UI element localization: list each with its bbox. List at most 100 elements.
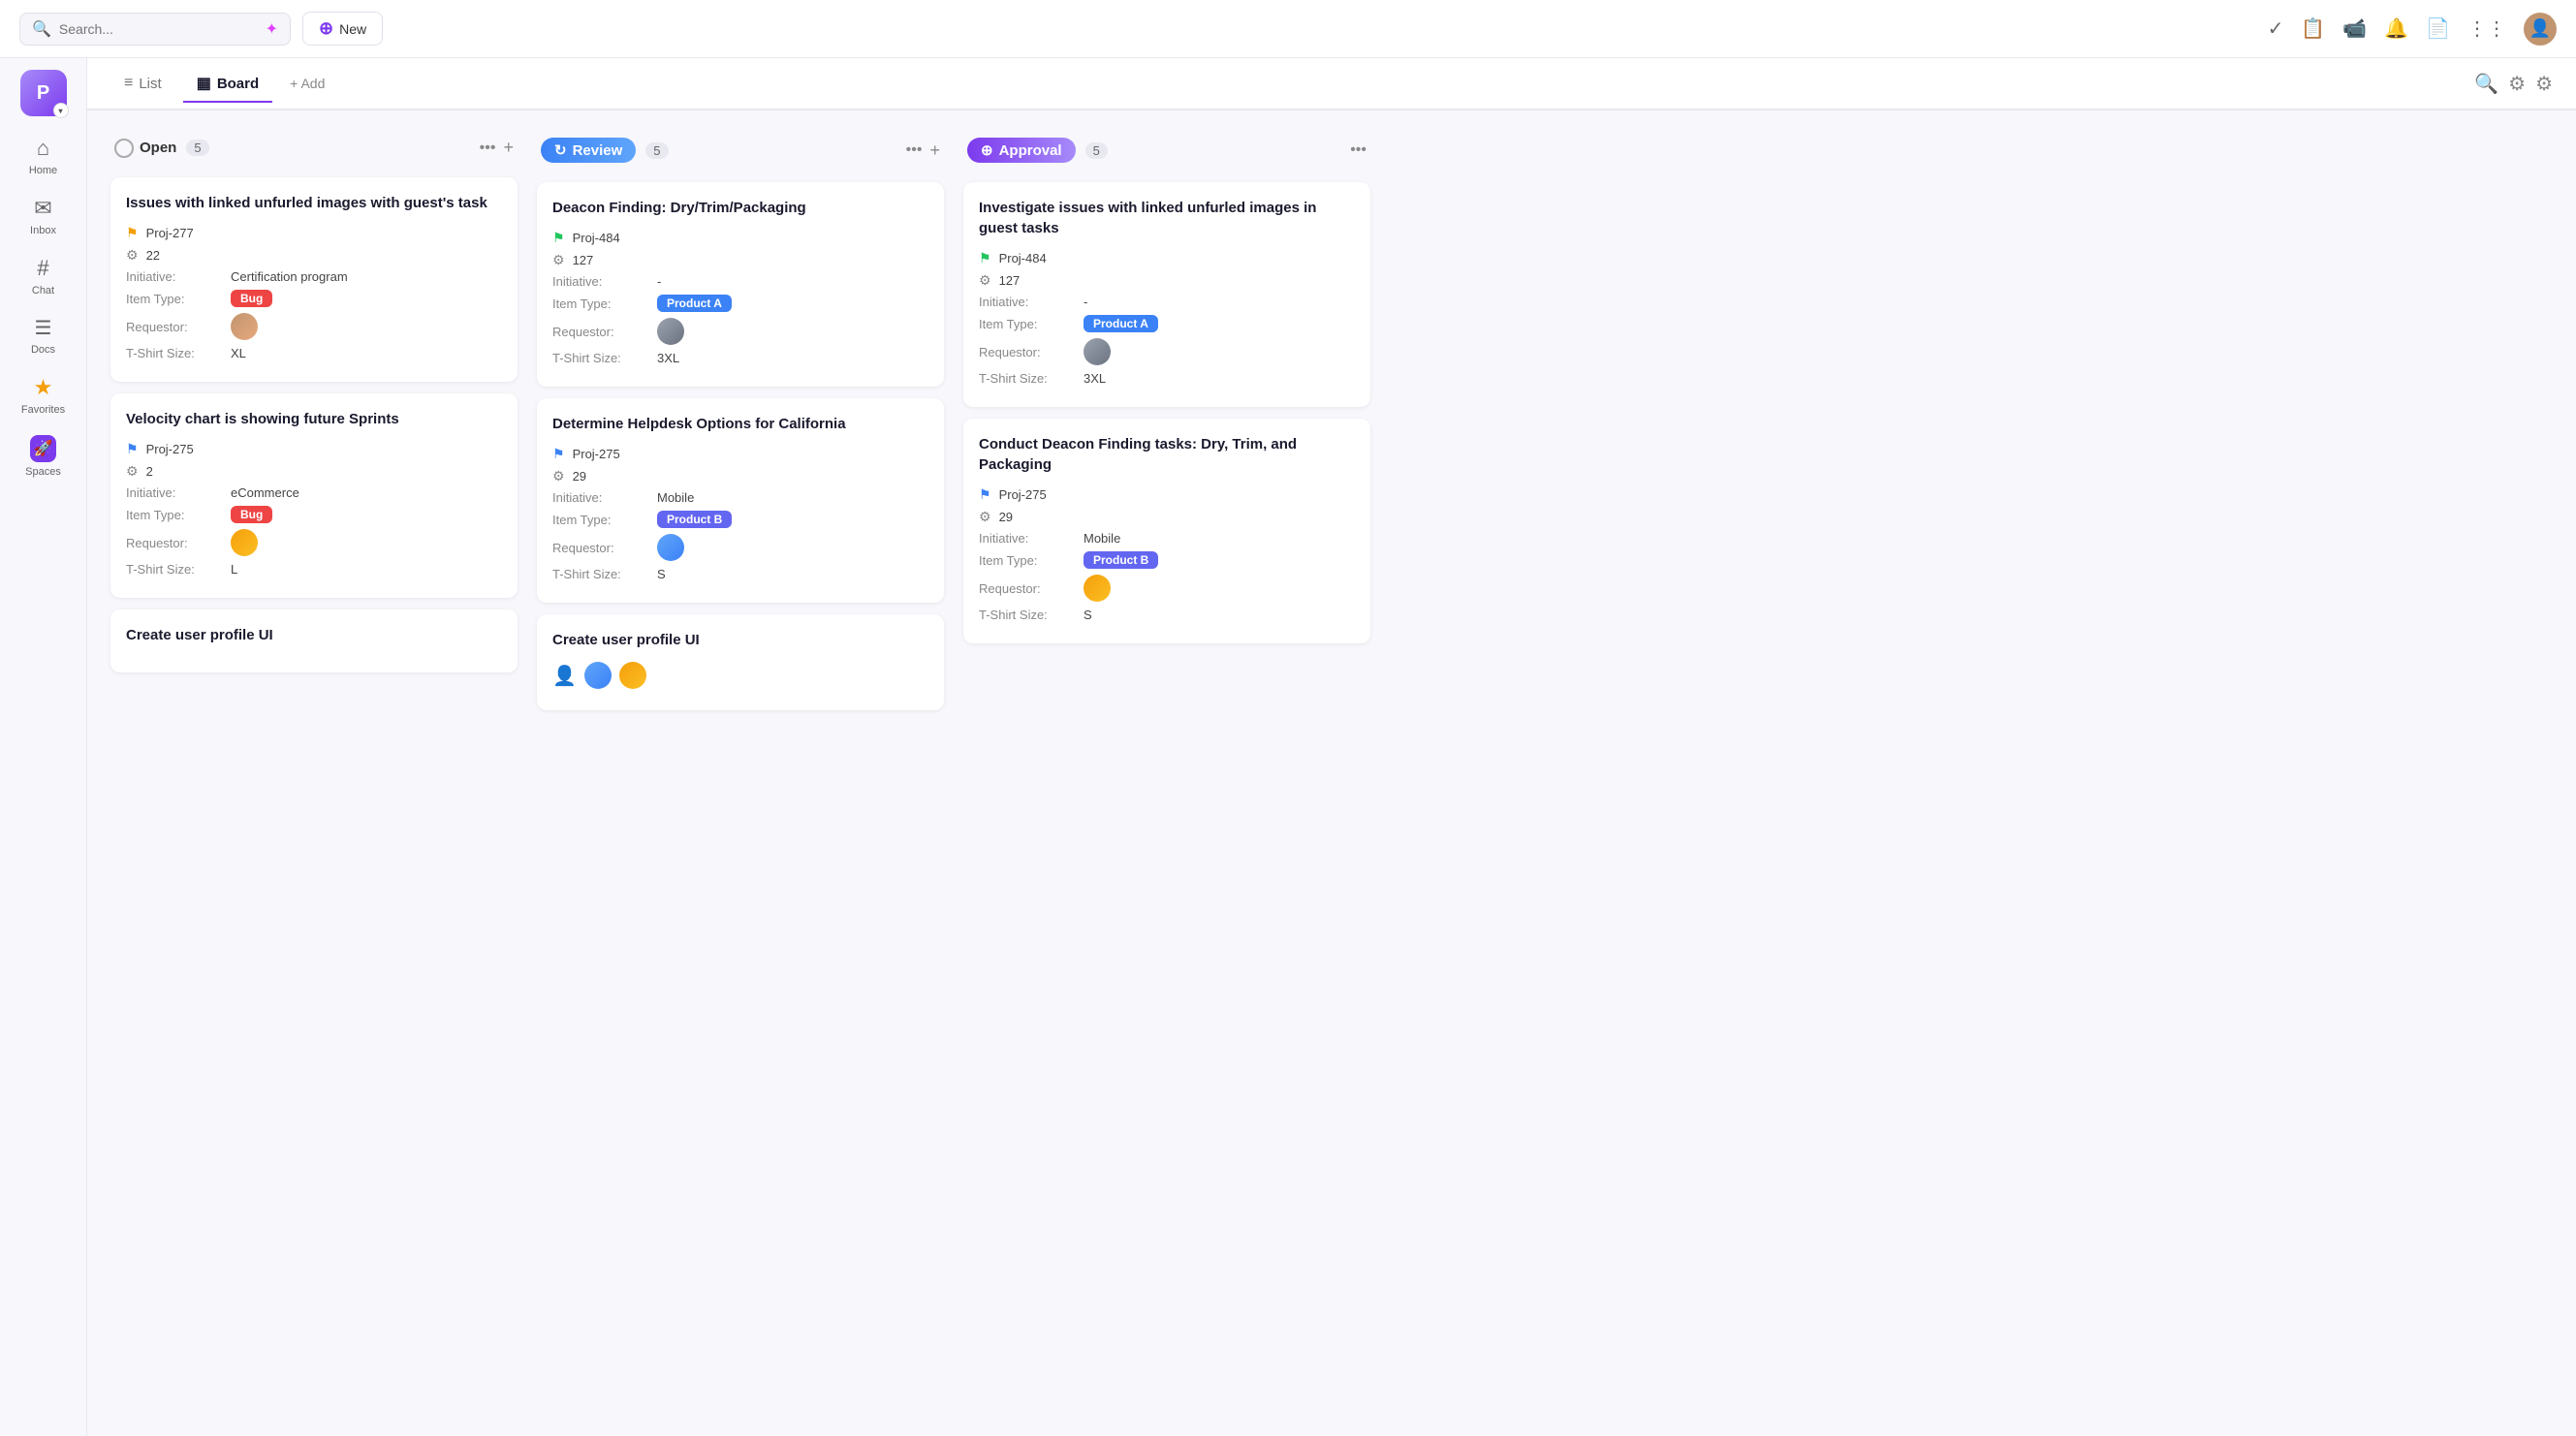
- settings-icon[interactable]: ⚙: [2535, 72, 2553, 96]
- card-tshirt-row: T-Shirt Size: L: [126, 562, 502, 577]
- card-points: 29: [573, 469, 586, 484]
- points-icon: ⚙: [979, 272, 991, 289]
- user-avatar[interactable]: 👤: [2524, 13, 2557, 46]
- card-open-1[interactable]: Issues with linked unfurled images with …: [110, 177, 518, 382]
- open-col-actions[interactable]: ••• +: [480, 138, 514, 158]
- card-title: Investigate issues with linked unfurled …: [979, 198, 1355, 238]
- column-header-review: ↻ Review 5 ••• +: [537, 130, 944, 171]
- home-label: Home: [29, 165, 57, 176]
- card-tshirt-row: T-Shirt Size: S: [979, 608, 1355, 622]
- points-icon: ⚙: [126, 463, 139, 480]
- alarm-icon[interactable]: 🔔: [2384, 16, 2408, 41]
- sidebar-item-inbox[interactable]: ✉ Inbox: [9, 188, 79, 244]
- spaces-label: Spaces: [25, 466, 61, 478]
- avatar-2: [619, 662, 646, 689]
- card-tshirt-row: T-Shirt Size: 3XL: [979, 371, 1355, 386]
- points-icon: ⚙: [552, 252, 565, 268]
- sidebar-item-home[interactable]: ⌂ Home: [9, 128, 79, 184]
- card-itemtype-row: Item Type: Product B: [552, 511, 928, 528]
- new-label: New: [339, 21, 366, 37]
- sidebar-item-chat[interactable]: # Chat: [9, 248, 79, 304]
- sidebar-item-spaces[interactable]: 🚀 Spaces: [9, 427, 79, 485]
- points-icon: ⚙: [126, 247, 139, 264]
- card-review-1[interactable]: Deacon Finding: Dry/Trim/Packaging ⚑ Pro…: [537, 182, 944, 387]
- workspace-chevron-icon: ▾: [53, 103, 69, 118]
- approval-icon: ⊕: [981, 141, 993, 159]
- more-icon[interactable]: •••: [1350, 141, 1367, 159]
- card-item-type-badge: Bug: [231, 506, 272, 523]
- grid-icon[interactable]: ⋮⋮: [2467, 16, 2506, 41]
- add-card-icon[interactable]: +: [503, 138, 514, 158]
- check-circle-icon[interactable]: ✓: [2268, 16, 2284, 41]
- review-col-count: 5: [645, 142, 668, 159]
- card-initiative-row: Initiative: Certification program: [126, 269, 502, 284]
- video-icon[interactable]: 📹: [2342, 16, 2367, 41]
- card-approval-2[interactable]: Conduct Deacon Finding tasks: Dry, Trim,…: [963, 419, 1370, 643]
- document-icon[interactable]: 📄: [2426, 16, 2450, 41]
- column-header-open: Open 5 ••• +: [110, 130, 518, 166]
- sidebar-item-favorites[interactable]: ★ Favorites: [9, 367, 79, 423]
- requestor-avatar: [657, 318, 684, 345]
- card-title: Issues with linked unfurled images with …: [126, 193, 502, 213]
- card-item-type-badge: Product B: [657, 511, 732, 528]
- card-project: Proj-275: [146, 442, 194, 456]
- card-open-3[interactable]: Create user profile UI: [110, 609, 518, 672]
- board-tab-icon: ▦: [197, 74, 211, 93]
- points-icon: ⚙: [552, 468, 565, 484]
- card-itemtype-row: Item Type: Product B: [979, 551, 1355, 569]
- card-title: Deacon Finding: Dry/Trim/Packaging: [552, 198, 928, 218]
- open-status-dot: [114, 139, 134, 158]
- card-points-row: ⚙ 29: [552, 468, 928, 484]
- inbox-icon: ✉: [34, 196, 51, 221]
- add-view-button[interactable]: + Add: [280, 70, 334, 97]
- card-item-type-badge: Product A: [657, 295, 732, 312]
- new-button[interactable]: ⊕ New: [302, 12, 383, 46]
- card-project: Proj-275: [999, 487, 1047, 502]
- card-initiative-row: Initiative: -: [552, 274, 928, 289]
- review-icon: ↻: [554, 141, 567, 159]
- sparkle-icon: ✦: [266, 19, 278, 39]
- tab-board[interactable]: ▦ Board: [183, 66, 272, 103]
- approval-col-actions[interactable]: •••: [1350, 141, 1367, 159]
- card-review-2[interactable]: Determine Helpdesk Options for Californi…: [537, 398, 944, 603]
- content-area: ≡ List ▦ Board + Add 🔍 ⚙ ⚙: [87, 58, 2576, 1436]
- chat-icon: #: [37, 256, 48, 281]
- search-input[interactable]: [59, 21, 258, 37]
- card-review-3[interactable]: Create user profile UI 👤: [537, 614, 944, 710]
- card-initiative-row: Initiative: Mobile: [979, 531, 1355, 546]
- card-avatars-row: 👤: [552, 662, 928, 689]
- card-approval-1[interactable]: Investigate issues with linked unfurled …: [963, 182, 1370, 407]
- filter-icon[interactable]: ⚙: [2508, 72, 2526, 96]
- calendar-icon[interactable]: 📋: [2301, 16, 2325, 41]
- tab-list[interactable]: ≡ List: [110, 67, 175, 102]
- search-subheader-icon[interactable]: 🔍: [2474, 72, 2498, 96]
- chat-label: Chat: [32, 285, 54, 297]
- card-tshirt: 3XL: [1084, 371, 1106, 386]
- card-project: Proj-484: [573, 231, 620, 245]
- card-itemtype-row: Item Type: Bug: [126, 506, 502, 523]
- review-col-actions[interactable]: ••• +: [906, 140, 940, 161]
- card-open-2[interactable]: Velocity chart is showing future Sprints…: [110, 393, 518, 598]
- card-tshirt: S: [657, 567, 666, 581]
- more-icon[interactable]: •••: [906, 141, 923, 159]
- requestor-avatar: [1084, 338, 1111, 365]
- list-tab-icon: ≡: [124, 75, 133, 92]
- docs-icon: ☰: [35, 316, 52, 340]
- subheader-actions: 🔍 ⚙ ⚙: [2474, 72, 2553, 96]
- card-item-type-badge: Product B: [1084, 551, 1158, 569]
- card-points: 127: [999, 273, 1021, 288]
- sidebar-item-docs[interactable]: ☰ Docs: [9, 308, 79, 363]
- card-requestor-row: Requestor:: [979, 575, 1355, 602]
- card-initiative: Certification program: [231, 269, 348, 284]
- more-icon[interactable]: •••: [480, 140, 496, 157]
- flag-icon: ⚑: [552, 446, 565, 462]
- card-points-row: ⚙ 29: [979, 509, 1355, 525]
- add-card-icon[interactable]: +: [929, 140, 940, 161]
- search-box[interactable]: 🔍 ✦: [19, 13, 291, 46]
- card-initiative: Mobile: [657, 490, 694, 505]
- card-initiative-row: Initiative: -: [979, 295, 1355, 309]
- workspace-button[interactable]: P ▾: [20, 70, 67, 116]
- topbar-right: ✓ 📋 📹 🔔 📄 ⋮⋮ 👤: [2268, 13, 2557, 46]
- card-itemtype-row: Item Type: Product A: [552, 295, 928, 312]
- column-review: ↻ Review 5 ••• + Deacon Finding: Dry/Tri…: [537, 130, 944, 1417]
